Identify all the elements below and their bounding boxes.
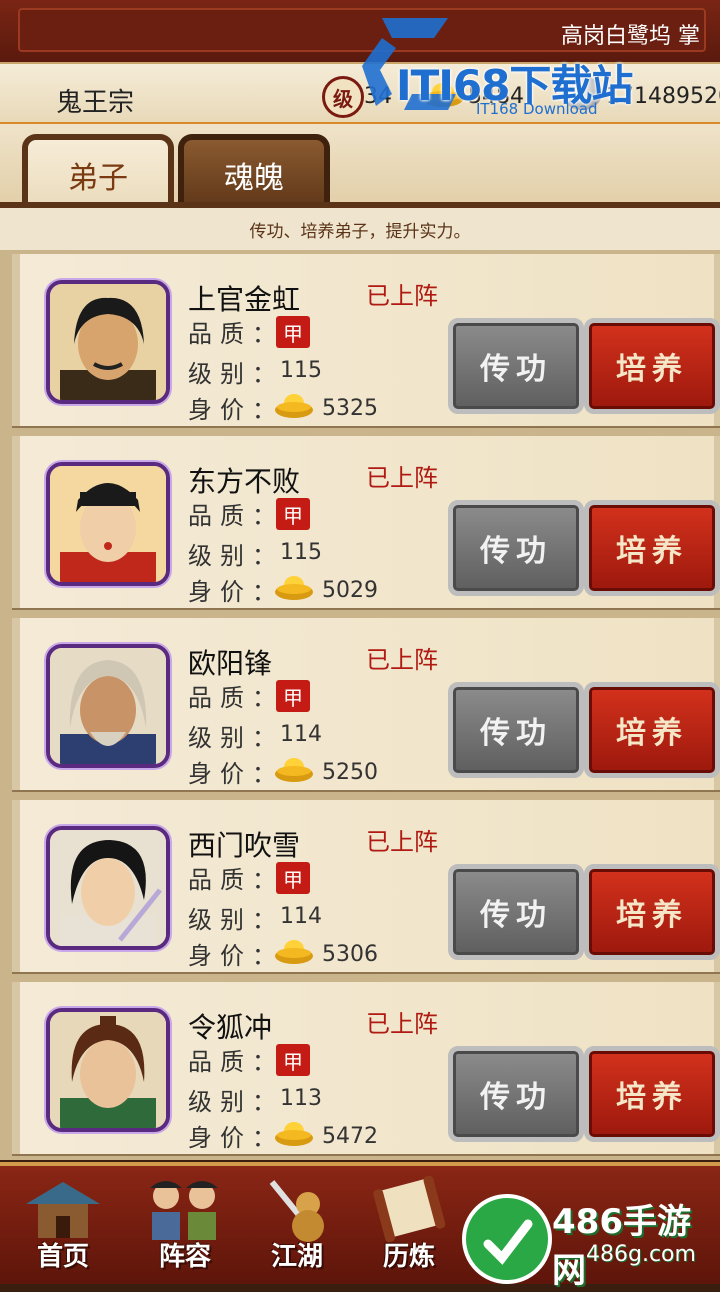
486-logo-icon [462, 1194, 552, 1284]
nav-lineup[interactable]: 阵容 [130, 1170, 240, 1278]
disciple-card: 西门吹雪 已上阵 品质： 甲 级别： 114 身价： 5306 传功 培养 [12, 800, 720, 972]
scroll-icon [373, 1175, 446, 1243]
disciple-name: 东方不败 [188, 465, 301, 498]
sect-name: 鬼王宗 [56, 88, 135, 118]
badge-url: 486g.com [586, 1242, 696, 1267]
portrait-icon [50, 1012, 166, 1128]
disciple-level: 114 [280, 722, 322, 747]
nav-label: 江湖 [270, 1242, 323, 1272]
people-icon [150, 1181, 218, 1240]
transfer-button[interactable]: 传功 [448, 682, 584, 778]
disciple-price: 5306 [322, 942, 378, 967]
quality-label: 品质： [188, 502, 284, 530]
quality-badge: 甲 [276, 498, 310, 530]
disciple-name: 上官金虹 [188, 283, 301, 316]
disciple-level: 115 [280, 358, 322, 383]
portrait-icon [50, 830, 166, 946]
watermark: ITI68下载站 IT168 Download [352, 14, 702, 122]
nav-training[interactable]: 历炼 [354, 1170, 464, 1278]
nav-jianghu[interactable]: 江湖 [242, 1170, 352, 1278]
transfer-button[interactable]: 传功 [448, 318, 584, 414]
price-label: 身价： [188, 1124, 284, 1152]
deployed-status: 已上阵 [366, 1010, 438, 1038]
deployed-status: 已上阵 [366, 828, 438, 856]
site-badge: 486手游网 486g.com [462, 1188, 720, 1291]
train-button[interactable]: 培养 [584, 1046, 720, 1142]
disciple-price: 5472 [322, 1124, 378, 1149]
quality-badge: 甲 [276, 1044, 310, 1076]
disciple-portrait[interactable] [46, 826, 170, 950]
disciple-price: 5250 [322, 760, 378, 785]
price-label: 身价： [188, 396, 284, 424]
disciple-price: 5029 [322, 578, 378, 603]
train-button[interactable]: 培养 [584, 682, 720, 778]
tab-disciples[interactable]: 弟子 [22, 134, 174, 210]
transfer-button[interactable]: 传功 [448, 864, 584, 960]
sword-gourd-icon [269, 1180, 324, 1242]
deployed-status: 已上阵 [366, 282, 438, 310]
disciple-card: 上官金虹 已上阵 品质： 甲 级别： 115 身价： 5325 传功 培养 [12, 254, 720, 426]
quality-badge: 甲 [276, 680, 310, 712]
disciple-portrait[interactable] [46, 462, 170, 586]
portrait-icon [50, 648, 166, 764]
transfer-button[interactable]: 传功 [448, 1046, 584, 1142]
nav-label: 首页 [36, 1242, 89, 1272]
gold-ingot-icon [275, 758, 313, 782]
train-button[interactable]: 培养 [584, 500, 720, 596]
disciple-list: 上官金虹 已上阵 品质： 甲 级别： 115 身价： 5325 传功 培养 东方… [0, 250, 720, 1160]
quality-label: 品质： [188, 866, 284, 894]
portrait-icon [50, 284, 166, 400]
price-label: 身价： [188, 942, 284, 970]
transfer-button[interactable]: 传功 [448, 500, 584, 596]
level-label: 级别： [188, 906, 284, 934]
watermark-subtext: IT168 Download [476, 100, 598, 118]
train-button[interactable]: 培养 [584, 318, 720, 414]
level-label: 级别： [188, 724, 284, 752]
deployed-status: 已上阵 [366, 646, 438, 674]
gold-ingot-icon [275, 940, 313, 964]
level-label: 级别： [188, 360, 284, 388]
quality-badge: 甲 [276, 316, 310, 348]
gold-ingot-icon [275, 394, 313, 418]
disciple-name: 西门吹雪 [188, 829, 301, 862]
disciple-price: 5325 [322, 396, 378, 421]
portrait-icon [50, 466, 166, 582]
disciple-name: 欧阳锋 [188, 647, 273, 680]
level-label: 级别： [188, 1088, 284, 1116]
quality-label: 品质： [188, 320, 284, 348]
level-label: 级别： [188, 542, 284, 570]
gold-ingot-icon [275, 576, 313, 600]
deployed-status: 已上阵 [366, 464, 438, 492]
nav-label: 历炼 [382, 1242, 435, 1272]
disciple-portrait[interactable] [46, 644, 170, 768]
disciple-name: 令狐冲 [188, 1011, 273, 1044]
disciple-level: 114 [280, 904, 322, 929]
price-label: 身价： [188, 760, 284, 788]
disciple-portrait[interactable] [46, 280, 170, 404]
price-label: 身价： [188, 578, 284, 606]
disciple-level: 115 [280, 540, 322, 565]
hint-text: 传功、培养弟子，提升实力。 [0, 208, 720, 250]
disciple-portrait[interactable] [46, 1008, 170, 1132]
disciple-card: 东方不败 已上阵 品质： 甲 级别： 115 身价： 5029 传功 培养 [12, 436, 720, 608]
quality-badge: 甲 [276, 862, 310, 894]
quality-label: 品质： [188, 1048, 284, 1076]
tab-souls[interactable]: 魂魄 [178, 134, 330, 210]
disciple-level: 113 [280, 1086, 322, 1111]
disciple-card: 欧阳锋 已上阵 品质： 甲 级别： 114 身价： 5250 传功 培养 [12, 618, 720, 790]
train-button[interactable]: 培养 [584, 864, 720, 960]
nav-label: 阵容 [158, 1242, 211, 1272]
quality-label: 品质： [188, 684, 284, 712]
nav-home[interactable]: 首页 [8, 1170, 118, 1278]
pavilion-icon [26, 1182, 100, 1238]
gold-ingot-icon [275, 1122, 313, 1146]
disciple-card: 令狐冲 已上阵 品质： 甲 级别： 113 身价： 5472 传功 培养 [12, 982, 720, 1154]
